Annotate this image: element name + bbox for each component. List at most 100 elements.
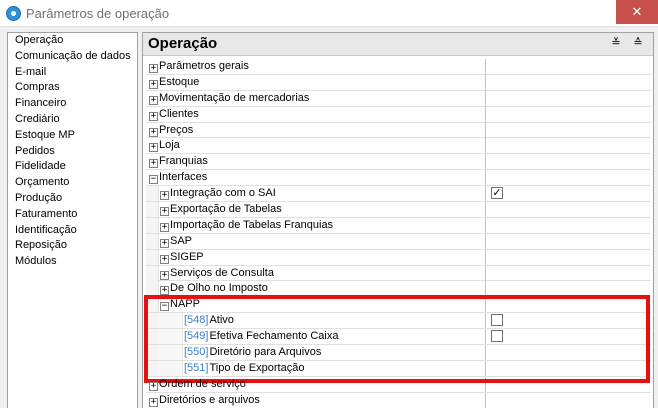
expand-icon[interactable]: + (160, 238, 169, 248)
row-label: Movimentação de mercadorias (159, 91, 310, 104)
close-button[interactable]: ✕ (616, 0, 658, 24)
row-value-input[interactable] (486, 361, 651, 376)
row-value (486, 234, 651, 249)
sidebar-item-pedidos[interactable]: Pedidos (8, 144, 137, 160)
row-label: Clientes (159, 107, 199, 120)
section-title: Operação (148, 35, 218, 52)
row-label: Tipo de Exportação (209, 361, 305, 374)
sidebar-item-comunicacao-de-dados[interactable]: Comunicação de dados (8, 49, 137, 65)
expand-icon[interactable]: + (149, 127, 158, 137)
sidebar-item-email[interactable]: E-mail (8, 65, 137, 81)
row-label: Ordem de serviço (159, 377, 246, 390)
expand-icon[interactable]: + (149, 397, 158, 407)
expand-icon[interactable]: + (160, 222, 169, 232)
checkbox-checked[interactable]: ✓ (491, 187, 503, 200)
tree-row[interactable]: + Serviços de Consulta (146, 265, 651, 282)
expand-icon[interactable]: + (149, 64, 158, 73)
row-value (486, 250, 651, 265)
expand-icon[interactable]: + (160, 207, 169, 217)
tree-row[interactable]: − NAPP (146, 297, 651, 314)
collapse-all-icon[interactable]: ≚ (609, 36, 623, 50)
expand-icon[interactable]: + (149, 143, 158, 153)
sidebar-item-faturamento[interactable]: Faturamento (8, 207, 137, 223)
collapse-icon[interactable]: − (149, 175, 158, 185)
expand-icon[interactable]: + (149, 381, 158, 391)
expand-icon[interactable]: + (160, 191, 169, 201)
param-code: [550] (184, 346, 209, 359)
row-value (486, 91, 651, 106)
collapse-icon[interactable]: − (160, 302, 169, 312)
row-label: Interfaces (159, 171, 208, 184)
expand-icon[interactable]: + (160, 254, 169, 264)
row-label: SIGEP (170, 250, 204, 263)
expand-icon[interactable]: + (149, 111, 158, 121)
tree-row[interactable]: + SAP (146, 233, 651, 250)
row-label: Serviços de Consulta (170, 266, 274, 279)
tree-row[interactable]: + Exportação de Tabelas (146, 202, 651, 218)
section-header: Operação ≚ ≙ (143, 33, 653, 56)
row-value (486, 75, 651, 90)
row-label: Ativo (209, 314, 234, 327)
checkbox[interactable] (491, 330, 503, 343)
expand-icon[interactable]: + (149, 159, 158, 169)
sidebar-item-modulos[interactable]: Módulos (8, 254, 137, 270)
row-label: Integração com o SAI (170, 187, 276, 200)
tree-row[interactable]: [548]Ativo (146, 313, 651, 330)
row-label: Importação de Tabelas Franquias (170, 218, 334, 231)
tree-row[interactable]: + De Olho no Imposto (146, 281, 651, 298)
row-value (486, 123, 651, 138)
row-label: Exportação de Tabelas (170, 203, 282, 216)
row-label: Loja (159, 139, 180, 152)
row-value (486, 138, 651, 153)
tree-row[interactable]: + Integração com o SAI ✓ (146, 186, 651, 203)
sidebar-item-identificacao[interactable]: Identificação (8, 223, 137, 239)
tree-row[interactable]: [551]Tipo de Exportação (146, 360, 651, 377)
row-value (486, 107, 651, 122)
expand-all-icon[interactable]: ≙ (631, 36, 645, 50)
tree-row[interactable]: + Parâmetros gerais (146, 59, 651, 75)
tree-row[interactable]: + Clientes (146, 106, 651, 123)
checkbox[interactable] (491, 314, 503, 327)
row-label: Franquias (159, 155, 208, 168)
tree-row[interactable]: + Importação de Tabelas Franquias (146, 217, 651, 234)
row-label: Efetiva Fechamento Caixa (209, 330, 339, 343)
row-value: ✓ (486, 186, 651, 201)
sidebar-item-fidelidade[interactable]: Fidelidade (8, 159, 137, 175)
sidebar-item-compras[interactable]: Compras (8, 80, 137, 96)
row-value (486, 266, 651, 281)
row-label: De Olho no Imposto (170, 282, 268, 295)
sidebar: Operação Comunicação de dados E-mail Com… (7, 32, 138, 408)
sidebar-item-orcamento[interactable]: Orçamento (8, 175, 137, 191)
param-code: [551] (184, 361, 209, 374)
sidebar-item-producao[interactable]: Produção (8, 191, 137, 207)
tree-row[interactable]: + Diretórios e arquivos (146, 392, 651, 408)
sidebar-item-financeiro[interactable]: Financeiro (8, 96, 137, 112)
app-icon (6, 6, 21, 21)
row-label: Parâmetros gerais (159, 60, 249, 72)
param-code: [548] (184, 314, 209, 327)
tree-row[interactable]: [550]Diretório para Arquivos (146, 345, 651, 361)
row-value-input[interactable] (486, 345, 651, 360)
tree-row[interactable]: + Preços (146, 122, 651, 139)
sidebar-item-operacao[interactable]: Operação (8, 33, 137, 49)
tree-row[interactable]: + Franquias (146, 154, 651, 171)
sidebar-item-estoque-mp[interactable]: Estoque MP (8, 128, 137, 144)
expand-icon[interactable]: + (160, 270, 169, 280)
row-label: Estoque (159, 75, 200, 88)
title-bar: Parâmetros de operação ✕ (0, 0, 658, 27)
tree-row[interactable]: [549]Efetiva Fechamento Caixa (146, 329, 651, 346)
tree-row[interactable]: + Movimentação de mercadorias (146, 90, 651, 107)
expand-icon[interactable]: + (149, 79, 158, 89)
tree-row[interactable]: − Interfaces (146, 170, 651, 187)
expand-icon[interactable]: + (160, 286, 169, 296)
tree-row[interactable]: + Ordem de serviço (146, 376, 651, 393)
tree-row[interactable]: + Estoque (146, 74, 651, 91)
tree-row[interactable]: + Loja (146, 138, 651, 155)
sidebar-item-crediario[interactable]: Crediário (8, 112, 137, 128)
row-value (486, 281, 651, 296)
settings-panel: Operação ≚ ≙ + Parâmetros gerais + Estoque… (142, 32, 654, 408)
sidebar-item-reposicao[interactable]: Reposição (8, 238, 137, 254)
tree-row[interactable]: + SIGEP (146, 249, 651, 266)
expand-icon[interactable]: + (149, 95, 158, 105)
window-title: Parâmetros de operação (26, 6, 170, 21)
